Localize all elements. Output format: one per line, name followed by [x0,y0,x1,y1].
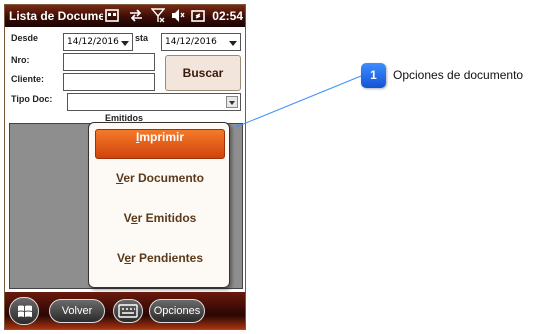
menu-item-ver-pendientes[interactable]: Ver Pendientes [95,251,225,281]
menu-item-label: er Documento [123,171,205,185]
windows-start-icon[interactable] [9,297,39,325]
hasta-date-value: 14/12/2016 [165,37,217,47]
no-signal-icon[interactable] [150,8,166,23]
keyboard-icon[interactable] [113,299,143,323]
buscar-button[interactable]: Buscar [165,55,241,91]
callout-badge: 1 [361,63,386,88]
sync-arrows-icon[interactable] [129,8,143,23]
cliente-label: Cliente: [11,74,45,84]
tipo-doc-select[interactable] [67,93,241,111]
callout-text: Opciones de documento [393,68,524,82]
nro-input[interactable] [63,53,155,71]
menu-item-label: r Emitidos [137,211,197,225]
hasta-date-picker[interactable]: 14/12/2016 [161,33,241,51]
menu-item-imprimir[interactable]: Imprimir [95,129,225,159]
chevron-down-icon [121,41,129,46]
hasta-label: sta [135,33,149,43]
desde-date-picker[interactable]: 14/12/2016 [63,33,133,51]
app-title: Lista de Docume [9,9,103,23]
nro-label: Nro: [11,55,30,65]
menu-item-hotkey: e [124,251,131,265]
battery-charging-icon[interactable] [191,8,205,23]
menu-item-label: r Pendientes [131,251,204,265]
volver-button[interactable]: Volver [49,299,105,323]
menu-item-ver-emitidos[interactable]: Ver Emitidos [95,211,225,241]
chevron-down-icon [229,41,237,46]
menu-item-prefix: V [123,211,131,225]
desde-date-value: 14/12/2016 [67,37,119,47]
tipo-doc-label: Tipo Doc: [11,94,53,104]
device-screen: Lista de Docume 02:54 Desde 14/12/2016 s… [4,4,246,330]
menu-item-ver-documento[interactable]: Ver Documento [95,171,225,201]
search-form: Desde 14/12/2016 sta 14/12/2016 Nro: Cli… [5,27,245,123]
title-bar: Lista de Docume 02:54 [5,5,245,27]
desde-label: Desde [11,33,39,43]
cliente-input[interactable] [63,73,155,91]
window-icon[interactable] [105,8,119,23]
volume-mute-icon[interactable] [171,8,185,23]
clock: 02:54 [212,9,243,23]
menu-item-label: mprimir [139,130,185,144]
menu-item-hotkey: e [130,211,138,225]
context-menu: Imprimir Ver Documento Ver Emitidos Ver … [88,122,230,288]
dropdown-arrow-icon[interactable] [226,96,238,108]
softkey-bar: Volver Opciones [5,292,245,329]
opciones-button[interactable]: Opciones [149,299,205,323]
